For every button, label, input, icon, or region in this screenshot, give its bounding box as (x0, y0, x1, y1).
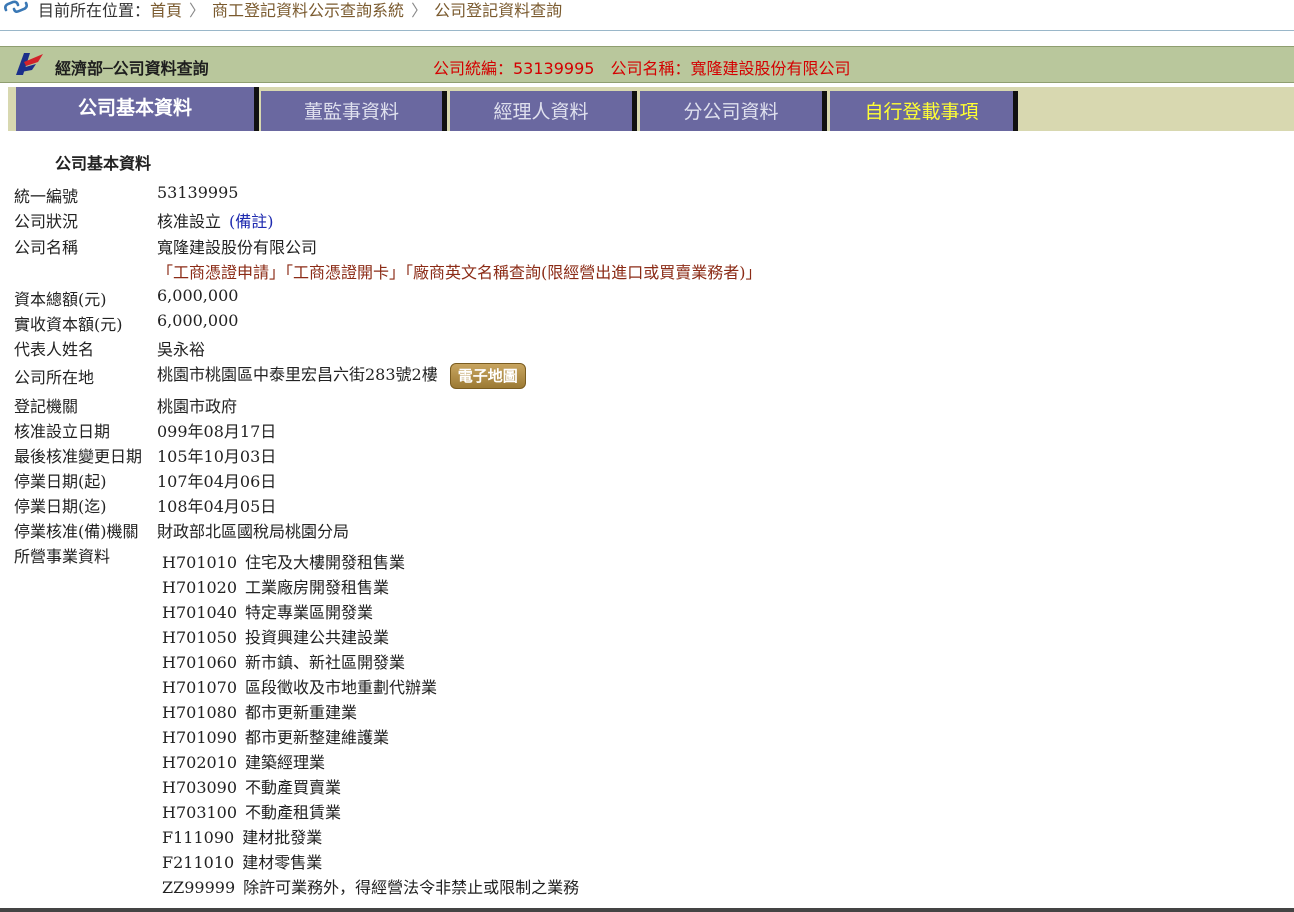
business-item: H703090 不動產買賣業 (162, 774, 341, 798)
business-desc: 不動產買賣業 (245, 778, 342, 797)
breadcrumb-system-link[interactable]: 商工登記資料公示查詢系統 (212, 1, 404, 20)
field-label: 公司狀況 (14, 212, 79, 231)
field-label: 實收資本額(元) (14, 315, 123, 334)
business-code: H701020 (162, 578, 238, 597)
field-label: 停業日期(迄) (14, 497, 107, 516)
business-code: ZZ99999 (162, 878, 236, 897)
business-item: H701040 特定專業區開發業 (162, 599, 373, 623)
field-label: 公司名稱 (14, 238, 79, 257)
business-code: H701070 (162, 678, 238, 697)
field-label: 所營事業資料 (14, 547, 111, 566)
business-item: H702010 建築經理業 (162, 749, 325, 773)
field-label: 資本總額(元) (14, 290, 107, 309)
field-value: 寬隆建設股份有限公司 (157, 238, 318, 257)
business-desc: 特定專業區開發業 (245, 603, 374, 622)
business-desc: 不動產租賃業 (245, 803, 342, 822)
business-desc: 住宅及大樓開發租售業 (245, 553, 406, 572)
tab-directors[interactable]: 董監事資料 (261, 91, 447, 131)
status-value: 核准設立 (157, 212, 222, 231)
business-item: H701060 新市鎮、新社區開發業 (162, 649, 405, 673)
certificate-links: 「工商憑證申請」「工商憑證開卡」「廠商英文名稱查詢(限經營出進口或買賣業務者)」 (157, 259, 762, 283)
field-label: 代表人姓名 (14, 340, 95, 359)
business-code: F211010 (162, 853, 235, 872)
breadcrumb-home-link[interactable]: 首頁 (150, 1, 182, 20)
bottom-divider (0, 908, 1294, 912)
business-desc: 投資興建公共建設業 (245, 628, 390, 647)
field-value: 105年10月03日 (157, 447, 277, 466)
business-desc: 除許可業務外，得經營法令非禁止或限制之業務 (243, 878, 580, 897)
tab-basic-info[interactable]: 公司基本資料 (16, 87, 259, 131)
status-note-link[interactable]: (備註) (229, 212, 274, 231)
field-value: 財政部北區國稅局桃園分局 (157, 522, 350, 541)
field-value: 108年04月05日 (157, 497, 277, 516)
business-item: H701010 住宅及大樓開發租售業 (162, 549, 405, 573)
field-label: 統一編號 (14, 187, 79, 206)
moea-logo-icon (12, 51, 46, 81)
business-desc: 都市更新整建維護業 (245, 728, 390, 747)
field-label: 停業日期(起) (14, 472, 107, 491)
business-code: F111090 (162, 828, 235, 847)
e-map-button[interactable]: 電子地圖 (449, 362, 526, 389)
cert-activate-link[interactable]: 「工商憑證開卡」 (285, 263, 405, 282)
business-code: H703100 (162, 803, 238, 822)
business-code: H701050 (162, 628, 238, 647)
tab-branches[interactable]: 分公司資料 (640, 91, 827, 131)
field-value: 53139995 (157, 183, 239, 202)
field-label: 最後核准變更日期 (14, 447, 143, 466)
business-item: H701090 都市更新整建維護業 (162, 724, 389, 748)
cert-apply-link[interactable]: 「工商憑證申請」 (157, 263, 285, 282)
breadcrumb-separator: 〉 (411, 1, 428, 20)
business-item: ZZ99999 除許可業務外，得經營法令非禁止或限制之業務 (162, 874, 579, 898)
business-item: F211010 建材零售業 (162, 849, 322, 873)
breadcrumb-separator: 〉 (189, 1, 206, 20)
tab-managers[interactable]: 經理人資料 (450, 91, 637, 131)
tab-self-reported[interactable]: 自行登載事項 (830, 91, 1018, 131)
field-value: 桃園市桃園區中泰里宏昌六街283號2樓 電子地圖 (157, 361, 526, 389)
breadcrumb: 目前所在位置：首頁〉商工登記資料公示查詢系統〉公司登記資料查詢 (0, 0, 1294, 31)
business-desc: 區段徵收及市地重劃代辦業 (245, 678, 438, 697)
field-value: 107年04月06日 (157, 472, 277, 491)
field-label: 登記機關 (14, 397, 79, 416)
business-item: H701050 投資興建公共建設業 (162, 624, 389, 648)
section-title: 公司基本資料 (55, 154, 152, 173)
business-item: H701080 都市更新重建業 (162, 699, 357, 723)
business-item: F111090 建材批發業 (162, 824, 322, 848)
field-label: 核准設立日期 (14, 422, 111, 441)
breadcrumb-prefix: 目前所在位置： (38, 1, 151, 20)
page-header: 經濟部─公司資料查詢 公司統編：53139995 公司名稱：寬隆建設股份有限公司 (0, 46, 1294, 83)
field-label: 停業核准(備)機關 (14, 522, 139, 541)
business-desc: 工業廠房開發租售業 (245, 578, 390, 597)
business-desc: 建材零售業 (242, 853, 323, 872)
business-desc: 建築經理業 (245, 753, 326, 772)
english-name-query-link[interactable]: 「廠商英文名稱查詢(限經營出進口或買賣業務者)」 (405, 263, 762, 282)
field-value: 099年08月17日 (157, 422, 277, 441)
business-item: H701070 區段徵收及市地重劃代辦業 (162, 674, 437, 698)
tab-bar: 公司基本資料 董監事資料 經理人資料 分公司資料 自行登載事項 (8, 87, 1294, 131)
business-code: H701040 (162, 603, 238, 622)
link-chain-icon (3, 0, 29, 20)
business-code: H703090 (162, 778, 238, 797)
business-desc: 新市鎮、新社區開發業 (245, 653, 406, 672)
business-code: H701010 (162, 553, 238, 572)
business-code: H701080 (162, 703, 238, 722)
business-item: H703100 不動產租賃業 (162, 799, 341, 823)
business-desc: 建材批發業 (242, 828, 323, 847)
address-value: 桃園市桃園區中泰里宏昌六街283號2樓 (157, 365, 438, 384)
field-value: 桃園市政府 (157, 397, 238, 416)
business-code: H702010 (162, 753, 238, 772)
breadcrumb-text: 目前所在位置：首頁〉商工登記資料公示查詢系統〉公司登記資料查詢 (38, 0, 562, 22)
field-value: 核准設立 (備註) (157, 208, 274, 232)
breadcrumb-current: 公司登記資料查詢 (434, 1, 563, 20)
business-desc: 都市更新重建業 (245, 703, 358, 722)
field-value: 吳永裕 (157, 340, 206, 359)
field-label: 公司所在地 (14, 368, 95, 387)
company-summary: 公司統編：53139995 公司名稱：寬隆建設股份有限公司 (433, 59, 851, 78)
business-code: H701060 (162, 653, 238, 672)
field-value: 6,000,000 (157, 311, 239, 330)
page-title: 經濟部─公司資料查詢 (55, 59, 209, 78)
field-value: 6,000,000 (157, 286, 239, 305)
business-code: H701090 (162, 728, 238, 747)
business-item: H701020 工業廠房開發租售業 (162, 574, 389, 598)
